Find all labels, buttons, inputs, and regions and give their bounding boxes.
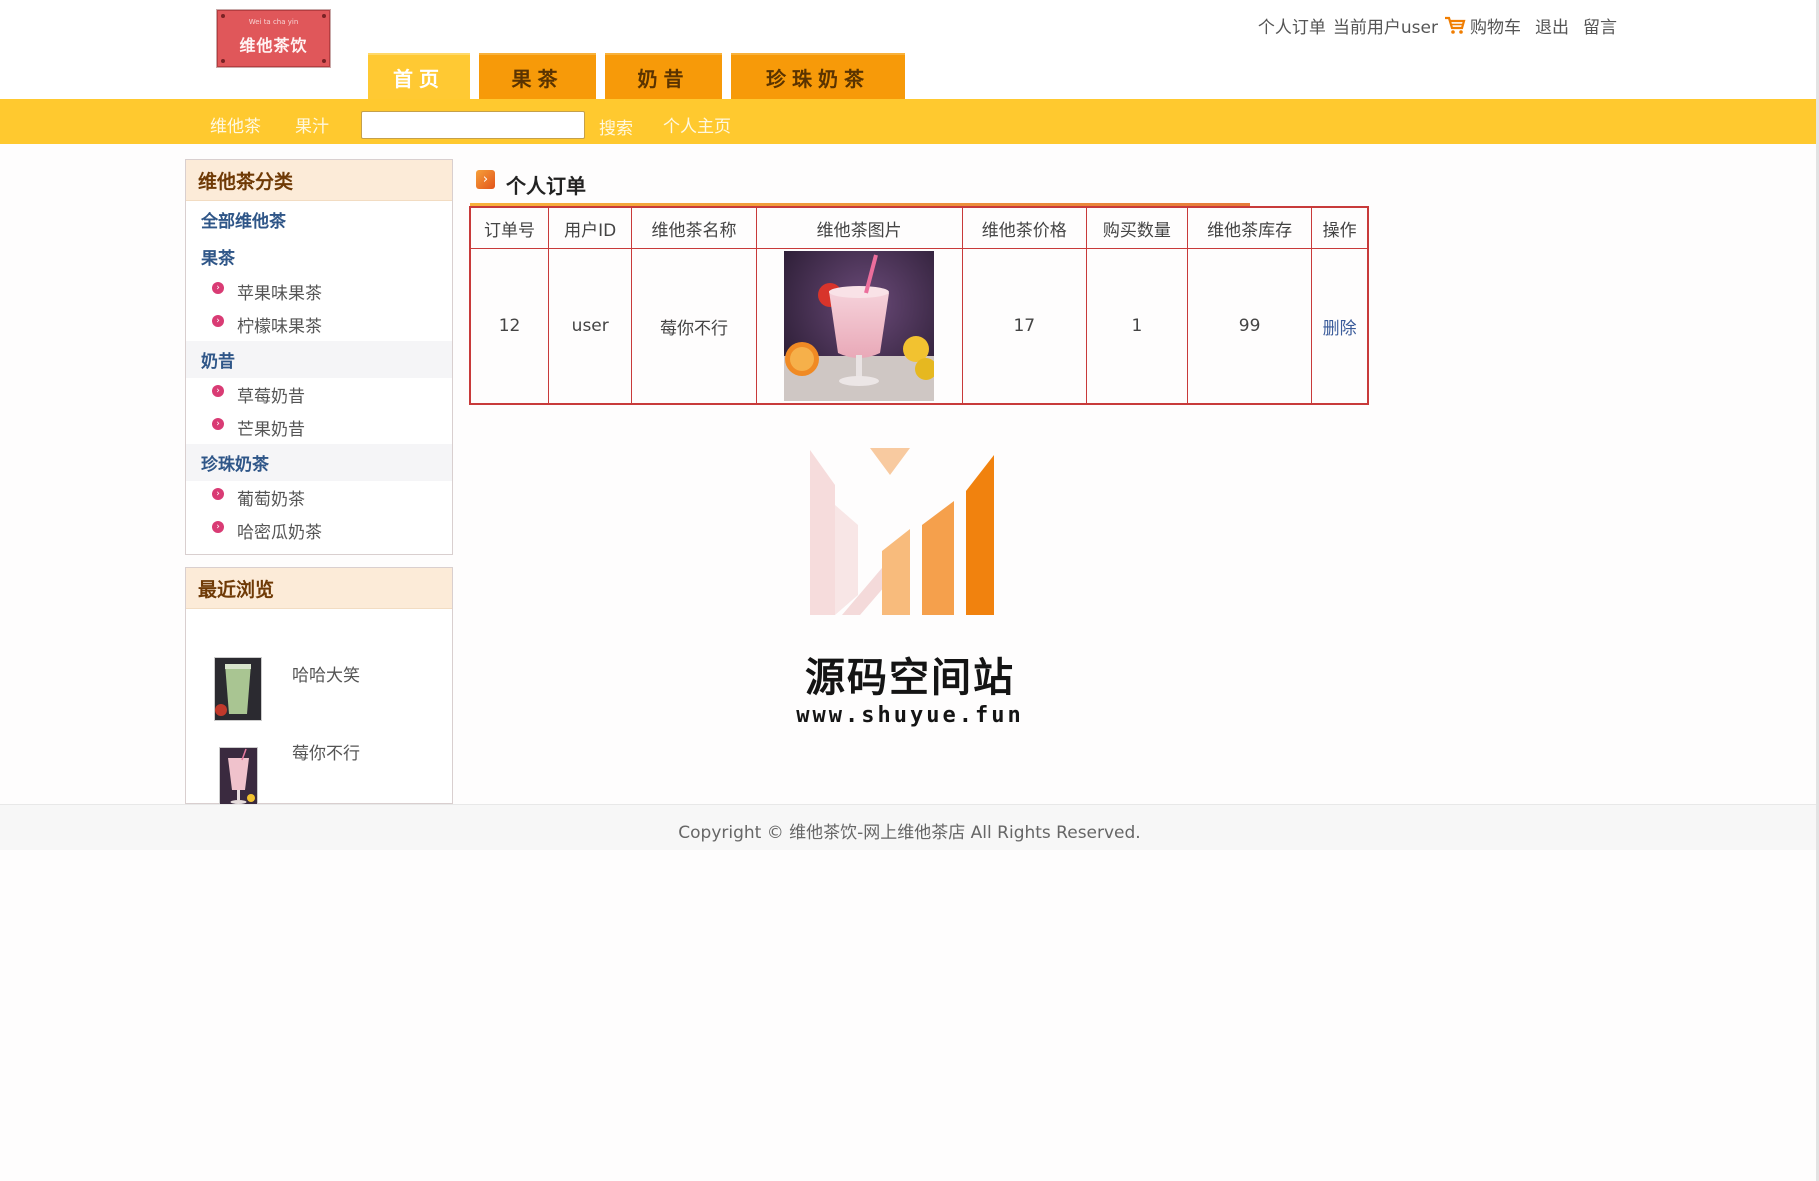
column-header: 订单号 xyxy=(469,206,550,249)
column-header: 操作 xyxy=(1311,206,1369,249)
category-item-label: 草莓奶昔 xyxy=(237,387,305,407)
table-row: 12 user 莓你不行 17 1 99 删除 xyxy=(469,248,1369,405)
chevron-right-icon: › xyxy=(212,520,224,533)
tab-bubble-tea[interactable]: 珍珠奶茶 xyxy=(731,53,905,100)
price-cell: 17 xyxy=(961,248,1087,405)
watermark-logo xyxy=(810,448,994,615)
category-item[interactable]: › 草莓奶昔 xyxy=(186,378,452,411)
category-item[interactable]: › 芒果奶昔 xyxy=(186,411,452,444)
subnav-juice[interactable]: 果汁 xyxy=(295,112,329,137)
recent-item[interactable]: 莓你不行 xyxy=(186,699,452,809)
tab-fruit-tea[interactable]: 果茶 xyxy=(479,53,596,100)
column-header: 用户ID xyxy=(548,206,633,249)
chevron-right-icon: › xyxy=(212,314,224,327)
category-item[interactable]: › 柠檬味果茶 xyxy=(186,308,452,341)
orders-title: 个人订单 xyxy=(506,174,586,198)
logo-text: 维他茶饮 xyxy=(239,36,308,55)
cart-icon[interactable] xyxy=(1444,15,1466,35)
chevron-right-icon: › xyxy=(212,417,224,430)
recent-panel-title: 最近浏览 xyxy=(186,568,452,609)
category-item[interactable]: › 葡萄奶茶 xyxy=(186,481,452,514)
category-item[interactable]: › 苹果味果茶 xyxy=(186,275,452,308)
quantity-cell: 1 xyxy=(1085,248,1188,405)
chevron-right-icon: › xyxy=(212,487,224,500)
column-header: 购买数量 xyxy=(1085,206,1188,249)
column-header: 维他茶库存 xyxy=(1186,206,1313,249)
tab-milkshake[interactable]: 奶昔 xyxy=(605,53,722,100)
category-panel: 维他茶分类 全部维他茶 果茶 › 苹果味果茶 › 柠檬味果茶 奶昔 › 草莓奶昔… xyxy=(185,159,453,555)
recent-item-name[interactable]: 莓你不行 xyxy=(292,739,360,764)
search-button[interactable]: 搜索 xyxy=(599,112,633,141)
category-item-label: 葡萄奶茶 xyxy=(237,490,305,510)
recent-item[interactable]: 哈哈大笑 xyxy=(186,609,452,721)
category-item-label: 哈密瓜奶茶 xyxy=(237,523,322,543)
delete-order-link[interactable]: 删除 xyxy=(1323,319,1357,339)
message-link[interactable]: 留言 xyxy=(1583,13,1617,38)
watermark-url: www.shuyue.fun xyxy=(796,703,1024,728)
category-all[interactable]: 全部维他茶 xyxy=(186,201,452,238)
user-links: 个人订单 当前用户user 购物车 退出 留言 xyxy=(1251,13,1617,38)
site-logo[interactable]: Wei ta cha yin 维他茶饮 xyxy=(216,9,331,68)
product-image-cell xyxy=(755,248,963,405)
logo-subtext: Wei ta cha yin xyxy=(248,18,299,26)
category-group-fruit-tea[interactable]: 果茶 xyxy=(186,238,452,275)
order-number-cell: 12 xyxy=(469,248,550,405)
stock-cell: 99 xyxy=(1186,248,1313,405)
watermark-title: 源码空间站 xyxy=(805,655,1015,701)
category-item-label: 芒果奶昔 xyxy=(237,420,305,440)
category-group-bubble-tea[interactable]: 珍珠奶茶 xyxy=(186,444,452,481)
chevron-right-icon: › xyxy=(212,281,224,294)
user-id-cell: user xyxy=(548,248,633,405)
product-name-cell: 莓你不行 xyxy=(631,248,757,405)
search-input[interactable] xyxy=(361,111,585,139)
logout-link[interactable]: 退出 xyxy=(1535,13,1569,38)
column-header: 维他茶名称 xyxy=(631,206,757,249)
category-item-label: 苹果味果茶 xyxy=(237,284,322,304)
cart-link[interactable]: 购物车 xyxy=(1470,13,1521,38)
recent-panel: 最近浏览 哈哈大笑 莓你不行 xyxy=(185,567,453,809)
main-nav: 首页 果茶 奶昔 珍珠奶茶 xyxy=(368,53,914,100)
column-header: 维他茶价格 xyxy=(961,206,1087,249)
category-group-milkshake[interactable]: 奶昔 xyxy=(186,341,452,378)
my-orders-link[interactable]: 个人订单 xyxy=(1258,13,1326,38)
recent-item-name[interactable]: 哈哈大笑 xyxy=(292,661,360,686)
column-header: 维他茶图片 xyxy=(755,206,963,249)
category-item-label: 柠檬味果茶 xyxy=(237,317,322,337)
table-header-row: 订单号 用户ID 维他茶名称 维他茶图片 维他茶价格 购买数量 维他茶库存 操作 xyxy=(469,206,1369,249)
action-cell: 删除 xyxy=(1311,248,1369,405)
category-item[interactable]: › 哈密瓜奶茶 xyxy=(186,514,452,547)
tab-home[interactable]: 首页 xyxy=(368,53,470,100)
footer: Copyright © 维他茶饮-网上维他茶店 All Rights Reser… xyxy=(0,804,1819,850)
subnav-profile[interactable]: 个人主页 xyxy=(663,112,731,137)
sub-nav-bar xyxy=(0,99,1819,144)
pink-smoothie-image xyxy=(784,251,935,401)
subnav-weita-tea[interactable]: 维他茶 xyxy=(210,112,261,137)
chevron-right-icon: › xyxy=(212,384,224,397)
copyright-text: Copyright © 维他茶饮-网上维他茶店 All Rights Reser… xyxy=(678,823,1141,843)
category-panel-title: 维他茶分类 xyxy=(186,160,452,201)
pink-drink-thumbnail[interactable] xyxy=(219,747,258,809)
logo-rivet xyxy=(221,59,225,63)
current-user-label: 当前用户user xyxy=(1332,17,1438,38)
logo-rivet xyxy=(322,59,326,63)
arrow-right-icon: › xyxy=(476,170,495,189)
orders-table: 订单号 用户ID 维他茶名称 维他茶图片 维他茶价格 购买数量 维他茶库存 操作… xyxy=(469,206,1369,405)
